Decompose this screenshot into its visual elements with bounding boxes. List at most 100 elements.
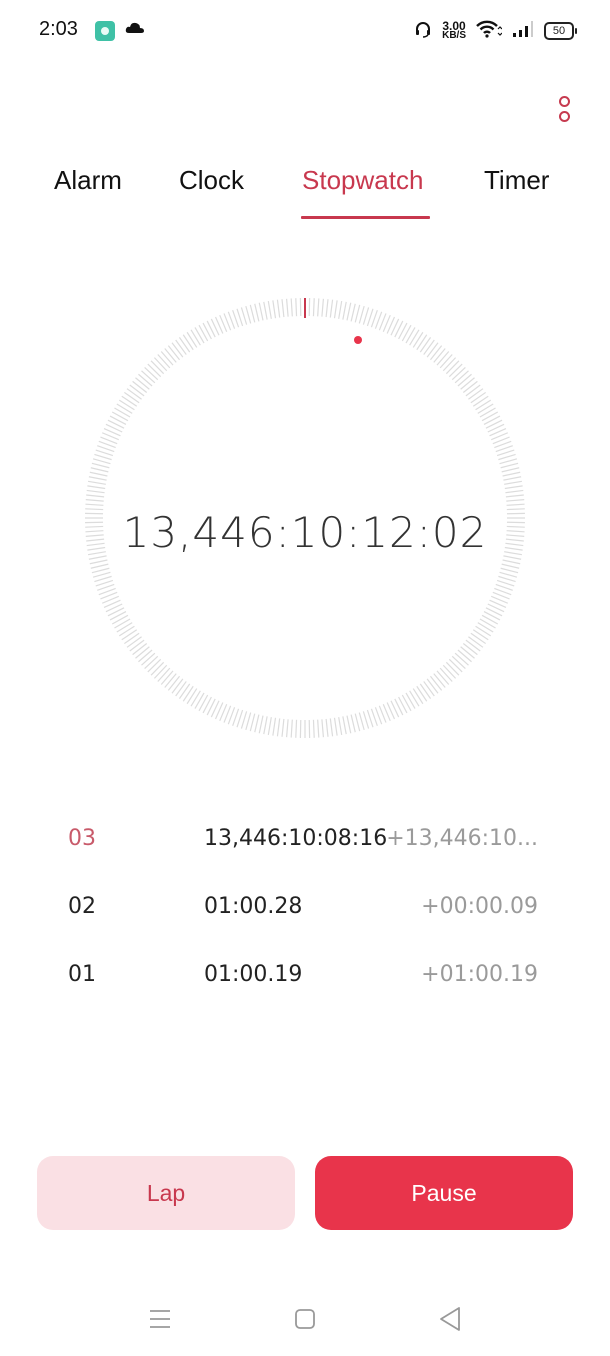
dial-tick	[111, 614, 129, 625]
dial-tick	[504, 485, 523, 490]
dial-tick	[470, 391, 486, 404]
dial-tick	[94, 575, 112, 583]
seconds-indicator-dot	[354, 336, 362, 344]
dial-tick	[126, 636, 142, 648]
dial-tick	[426, 342, 439, 358]
dial-tick	[465, 639, 481, 652]
dial-tick	[190, 690, 201, 707]
dial-tick	[321, 719, 325, 738]
dial-tick	[95, 579, 114, 587]
dial-tick	[109, 611, 127, 621]
dial-tick	[312, 719, 315, 738]
lap-list: 03 13,446:10:08:16 +13,446:10... 02 01:0…	[68, 826, 538, 1030]
back-button[interactable]	[438, 1306, 462, 1337]
dial-tick	[333, 300, 338, 319]
dial-tick	[194, 327, 205, 344]
dial-tick	[147, 658, 162, 673]
dial-tick	[175, 339, 187, 355]
pause-button[interactable]: Pause	[315, 1156, 573, 1230]
lap-row: 01 01:00.19 +01:00.19	[68, 962, 538, 1030]
dial-tick	[350, 303, 356, 322]
home-button[interactable]	[294, 1308, 316, 1335]
dial-tick	[481, 614, 499, 625]
menu-lines-icon	[150, 1310, 170, 1328]
dial-tick	[178, 683, 191, 699]
dial-tick	[198, 324, 209, 342]
dial-tick	[405, 327, 416, 344]
dial-tick	[475, 625, 492, 637]
dial-tick	[419, 683, 432, 699]
dial-tick	[91, 462, 110, 469]
dial-tick	[409, 690, 420, 707]
dial-tick	[460, 377, 475, 390]
dial-tick	[317, 298, 320, 317]
dial-tick	[135, 377, 150, 390]
dial-tick	[457, 649, 472, 663]
dial-tick	[472, 395, 489, 407]
dial-tick	[263, 716, 268, 735]
dial-tick	[90, 563, 109, 569]
dial-tick	[254, 714, 260, 733]
dial-tick	[502, 471, 521, 477]
dial-tick	[198, 694, 209, 712]
dial-tick	[346, 302, 352, 321]
dial-tick	[295, 719, 298, 738]
dial-tick	[439, 354, 453, 369]
dial-tick	[483, 415, 501, 425]
dial-tick	[89, 471, 108, 477]
dial-tick	[153, 664, 168, 679]
dial-tick	[398, 696, 408, 714]
dial-tick	[295, 298, 298, 317]
dial-tick	[167, 345, 180, 361]
dial-tick	[498, 575, 516, 583]
home-square-icon	[295, 1309, 315, 1329]
dial-tick	[182, 334, 194, 351]
dial-tick	[245, 305, 252, 324]
dial-tick	[503, 476, 522, 481]
dial-tick	[109, 415, 127, 425]
dial-tick	[167, 675, 180, 691]
dial-tick	[175, 681, 187, 697]
dial-tick	[190, 329, 201, 346]
dial-tick	[90, 467, 109, 473]
dial-tick	[92, 571, 111, 578]
dial-tick	[258, 302, 264, 321]
dial-tick	[457, 373, 472, 387]
dial-tick	[121, 395, 138, 407]
dial-tick	[118, 399, 135, 411]
dial-tick	[442, 357, 457, 372]
dial-tick	[423, 681, 435, 697]
dial-tick	[91, 567, 110, 574]
dial-tick	[496, 449, 515, 457]
recents-button[interactable]	[148, 1308, 172, 1335]
dial-tick	[481, 411, 499, 422]
dial-tick	[249, 304, 256, 323]
dial-tick	[329, 299, 334, 318]
dial-tick	[267, 300, 272, 319]
dial-tick	[445, 661, 460, 676]
dial-tick	[240, 711, 248, 729]
dial-tick	[500, 462, 519, 469]
dial-tick	[496, 579, 515, 587]
dial-tick	[160, 351, 174, 366]
dial-tick	[129, 384, 145, 397]
dial-tick	[405, 692, 416, 709]
dial-tick	[401, 324, 412, 342]
dial-tick	[430, 345, 443, 361]
dial-tick	[171, 342, 184, 358]
dial-tick	[144, 366, 159, 381]
dial-tick	[157, 354, 171, 369]
lap-row: 02 01:00.28 +00:00.09	[68, 894, 538, 962]
dial-tick	[366, 308, 374, 327]
dial-tick	[121, 629, 138, 641]
lap-button[interactable]: Lap	[37, 1156, 295, 1230]
dial-tick	[263, 301, 268, 320]
system-nav-bar	[0, 1300, 610, 1340]
dial-tick	[285, 298, 289, 317]
dial-tick	[85, 498, 104, 502]
dial-tick	[442, 664, 457, 679]
stopwatch-dial	[85, 298, 525, 738]
dial-tick	[86, 494, 105, 498]
dial-tick	[160, 670, 174, 685]
dial-tick	[132, 380, 148, 393]
